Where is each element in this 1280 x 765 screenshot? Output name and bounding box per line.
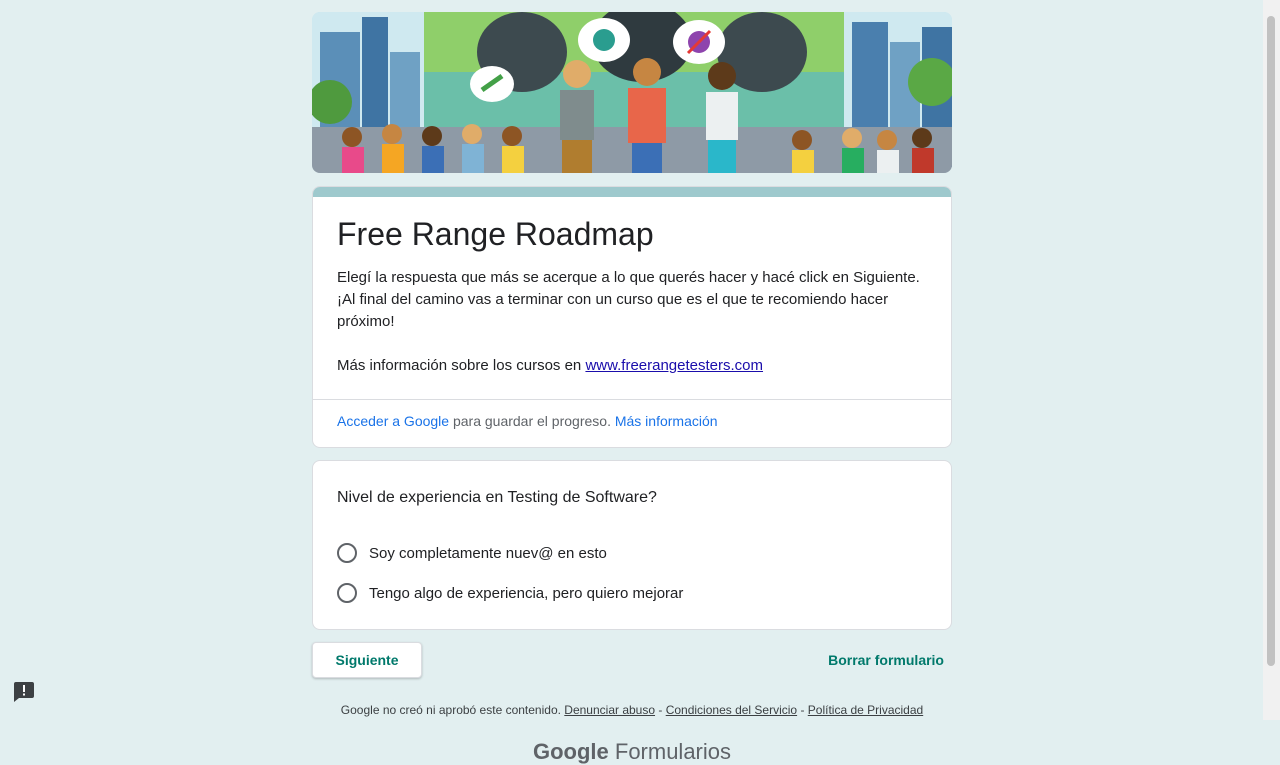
page-scrollbar[interactable] [1263, 0, 1280, 720]
signin-notice: Acceder a Google para guardar el progres… [313, 399, 951, 447]
next-button[interactable]: Siguiente [312, 642, 422, 678]
radio-button[interactable] [337, 543, 357, 563]
privacy-link[interactable]: Política de Privacidad [808, 703, 923, 717]
question-title: Nivel de experiencia en Testing de Softw… [337, 489, 657, 506]
scrollbar-thumb[interactable] [1267, 16, 1275, 666]
form-navigation: Siguiente Borrar formulario [312, 642, 952, 678]
google-signin-link[interactable]: Acceder a Google [337, 413, 449, 429]
separator: - [797, 703, 808, 717]
course-info-prefix: Más información sobre los cursos en [337, 357, 586, 374]
form-container: Free Range Roadmap Elegí la respuesta qu… [312, 12, 952, 765]
course-info-line: Más información sobre los cursos en www.… [337, 355, 927, 377]
form-header-card: Free Range Roadmap Elegí la respuesta qu… [312, 186, 952, 448]
form-title: Free Range Roadmap [337, 216, 654, 252]
radio-button[interactable] [337, 583, 357, 603]
banner-illustration [312, 12, 952, 173]
freerangetesters-link[interactable]: www.freerangetesters.com [585, 357, 763, 374]
more-info-link[interactable]: Más información [615, 413, 718, 429]
radio-option[interactable]: Tengo algo de experiencia, pero quiero m… [337, 573, 927, 613]
description-text: Elegí la respuesta que más se acerque a … [337, 269, 920, 330]
form-description: Elegí la respuesta que más se acerque a … [337, 267, 927, 377]
question-card: Nivel de experiencia en Testing de Softw… [312, 460, 952, 630]
option-label: Tengo algo de experiencia, pero quiero m… [369, 584, 684, 602]
theme-accent-bar [313, 187, 951, 197]
radio-option[interactable]: Soy completamente nuev@ en esto [337, 533, 927, 573]
clear-form-button[interactable]: Borrar formulario [828, 652, 952, 668]
report-problem-icon[interactable] [13, 682, 35, 707]
disclaimer-text: Google no creó ni aprobó este contenido. [340, 703, 561, 717]
header-banner-image [312, 12, 952, 173]
report-abuse-link[interactable]: Denunciar abuso [564, 703, 655, 717]
google-forms-logo[interactable]: Google Formularios [312, 739, 952, 765]
footer-disclaimer: Google no creó ni aprobó este contenido.… [312, 703, 952, 717]
signin-notice-text: para guardar el progreso. [449, 413, 615, 429]
google-wordmark: Google [532, 739, 609, 764]
option-label: Soy completamente nuev@ en esto [369, 544, 607, 562]
terms-link[interactable]: Condiciones del Servicio [666, 703, 797, 717]
forms-wordmark: Formularios [614, 739, 732, 764]
separator: - [655, 703, 666, 717]
